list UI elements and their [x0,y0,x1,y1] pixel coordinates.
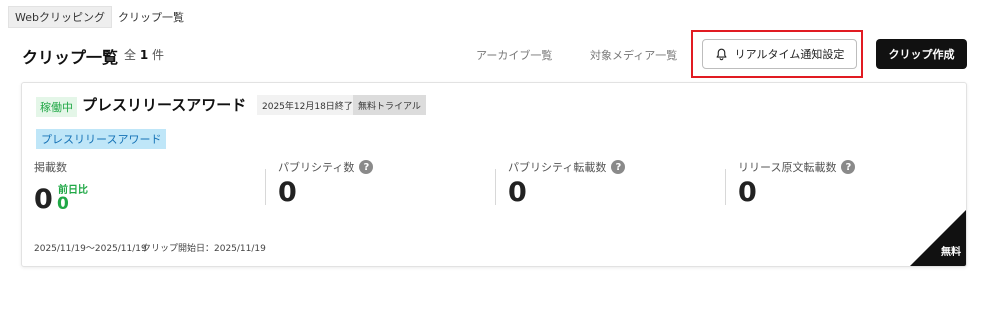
metric-divider [725,169,726,205]
realtime-notification-settings-button[interactable]: リアルタイム通知設定 [702,39,857,69]
clip-title[interactable]: プレスリリースアワード [82,94,246,115]
breadcrumb-current: クリップ一覧 [117,11,184,24]
clip-count-suffix: 件 [152,48,165,62]
metric-label-text: リリース原文転載数 [738,161,837,174]
archive-list-link[interactable]: アーカイブ一覧 [476,47,552,63]
plan-corner-ribbon: 無料 [910,210,966,266]
bell-icon [716,48,727,60]
metric-value-keisai: 0 [34,184,53,215]
metric-value-publicity: 0 [278,177,297,208]
metric-label-publicity-repost: パブリシティ転載数 ? [508,159,626,175]
page-title: クリップ一覧 [22,48,119,67]
metric-label-publicity: パブリシティ数 ? [278,159,374,175]
metric-divider [495,169,496,205]
clip-count: 全 1 件 [124,46,164,63]
metric-label-text: パブリシティ数 [278,161,355,174]
clip-count-value: 1 [139,48,149,62]
status-badge: 稼働中 [36,97,77,117]
keyword-chip[interactable]: プレスリリースアワード [36,129,167,149]
target-media-list-link[interactable]: 対象メディア一覧 [590,47,677,63]
help-icon[interactable]: ? [611,160,626,174]
help-icon[interactable]: ? [841,160,856,174]
plan-label: 無料 [941,247,961,258]
clip-period: 2025/11/19〜2025/11/19 [34,244,147,254]
free-trial-tag: 無料トライアル [353,95,426,115]
day-before-value: 0 [57,194,69,214]
create-clip-button[interactable]: クリップ作成 [876,39,967,69]
metric-value-release-original-repost: 0 [738,177,757,208]
clip-count-prefix: 全 [124,48,137,62]
end-date-tag: 2025年12月18日終了 [257,95,358,115]
clip-card[interactable]: 稼働中 プレスリリースアワード 2025年12月18日終了 無料トライアル プレ… [21,82,967,267]
metric-divider [265,169,266,205]
metric-label-text: パブリシティ転載数 [508,161,607,174]
metric-label-keisai: 掲載数 [34,159,67,175]
clip-start-date: クリップ開始日：2025/11/19 [142,244,266,254]
metric-label-text: 掲載数 [34,161,67,174]
realtime-notification-settings-label: リアルタイム通知設定 [734,48,845,61]
metric-label-release-original-repost: リリース原文転載数 ? [738,159,856,175]
breadcrumb-web-clipping-link[interactable]: Webクリッピング [8,6,112,28]
breadcrumb: Webクリッピング クリップ一覧 [8,6,184,28]
metric-value-publicity-repost: 0 [508,177,527,208]
help-icon[interactable]: ? [359,160,374,174]
